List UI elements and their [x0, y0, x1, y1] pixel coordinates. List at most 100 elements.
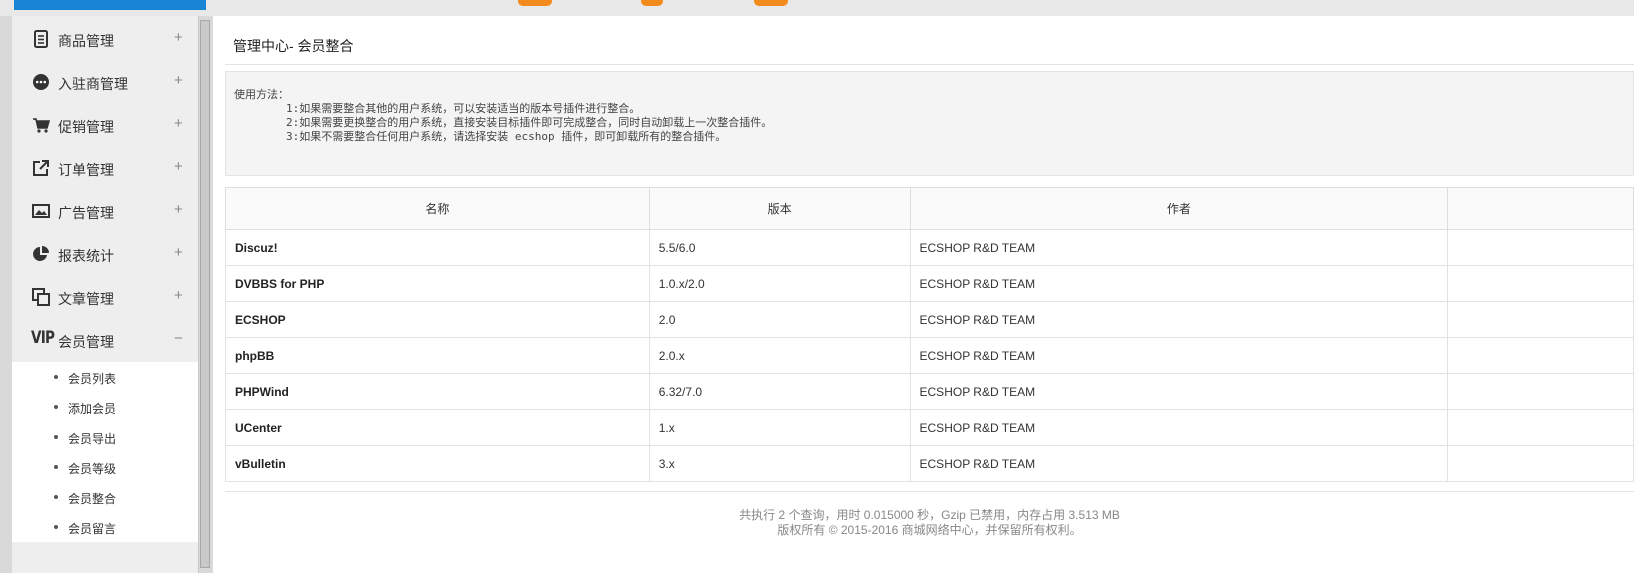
plugin-version: 2.0.x: [648, 337, 911, 374]
expand-plus-icon[interactable]: +: [174, 201, 183, 218]
top-menu-strip: [213, 0, 1634, 16]
column-header-version: 版本: [648, 187, 911, 230]
title-divider: [225, 64, 1634, 65]
table-row: PHPWind 6.32/7.0 ECSHOP R&D TEAM: [225, 373, 1634, 410]
page-title: 管理中心- 会员整合: [233, 38, 354, 54]
usage-line: 1:如果需要整合其他的用户系统，可以安装适当的版本号插件进行整合。: [286, 102, 641, 115]
bullet-icon: [54, 495, 58, 499]
sidebar-subitem-member-list[interactable]: 会员列表: [12, 362, 198, 393]
plugin-version: 2.0: [648, 301, 911, 338]
external-link-icon: [33, 160, 49, 176]
sidebar-item-label: 广告管理: [58, 205, 114, 221]
expand-plus-icon[interactable]: +: [174, 29, 183, 46]
sidebar-subitem-member-export[interactable]: 会员导出: [12, 422, 198, 453]
sidebar-subitem-label: 添加会员: [68, 402, 117, 416]
sidebar-item-promotion[interactable]: 促销管理 +: [12, 103, 198, 148]
table-row: vBulletin 3.x ECSHOP R&D TEAM: [225, 445, 1634, 482]
sidebar-subitem-member-messages[interactable]: 会员留言: [12, 512, 198, 543]
expand-plus-icon[interactable]: +: [174, 72, 183, 89]
table-row: phpBB 2.0.x ECSHOP R&D TEAM: [225, 337, 1634, 374]
copy-pages-icon: [32, 288, 50, 306]
sidebar-subitem-label: 会员导出: [68, 432, 117, 446]
sidebar-subitem-member-integration[interactable]: 会员整合: [12, 482, 198, 513]
sidebar-item-members[interactable]: VIP 会员管理 −: [12, 318, 198, 363]
page-footer: 共执行 2 个查询，用时 0.015000 秒，Gzip 已禁用，内存占用 3.…: [225, 508, 1634, 538]
bullet-icon: [54, 435, 58, 439]
notification-badge[interactable]: [641, 0, 663, 6]
top-navigation-bar: [0, 0, 1634, 16]
table-row: Discuz! 5.5/6.0 ECSHOP R&D TEAM: [225, 229, 1634, 266]
plugin-actions-cell: [1447, 337, 1634, 374]
expand-plus-icon[interactable]: +: [174, 287, 183, 304]
plugin-name: PHPWind: [225, 373, 650, 410]
vip-icon: VIP: [31, 328, 55, 348]
table-row: DVBBS for PHP 1.0.x/2.0 ECSHOP R&D TEAM: [225, 265, 1634, 302]
plugin-actions-cell: [1447, 229, 1634, 266]
notification-badge[interactable]: [754, 0, 788, 6]
picture-icon: [32, 204, 50, 218]
notification-badge[interactable]: [518, 0, 552, 6]
footer-divider: [225, 491, 1634, 492]
plugin-actions-cell: [1447, 265, 1634, 302]
sidebar-item-reports[interactable]: 报表统计 +: [12, 232, 198, 277]
plugin-author: ECSHOP R&D TEAM: [909, 409, 1449, 446]
sidebar-item-goods[interactable]: 商品管理 +: [12, 17, 198, 62]
plugin-version: 6.32/7.0: [648, 373, 911, 410]
plugin-author: ECSHOP R&D TEAM: [909, 229, 1449, 266]
top-menu-tab[interactable]: [14, 0, 206, 10]
sidebar-subitem-member-rank[interactable]: 会员等级: [12, 452, 198, 483]
collapse-minus-icon[interactable]: −: [174, 330, 183, 347]
sidebar-item-merchants[interactable]: 入驻商管理 +: [12, 60, 198, 105]
sidebar-item-label: 订单管理: [58, 162, 114, 178]
plugin-actions-cell: [1447, 373, 1634, 410]
sidebar-subitem-label: 会员等级: [68, 462, 117, 476]
plugin-name: Discuz!: [225, 229, 650, 266]
usage-line: 2:如果需要更换整合的用户系统，直接安装目标插件即可完成整合，同时自动卸载上一次…: [286, 116, 773, 129]
sidebar-subitem-label: 会员留言: [68, 522, 117, 536]
sidebar-item-label: 文章管理: [58, 291, 114, 307]
plugin-author: ECSHOP R&D TEAM: [909, 337, 1449, 374]
sidebar-subitem-label: 会员整合: [68, 492, 117, 506]
plugin-author: ECSHOP R&D TEAM: [909, 445, 1449, 482]
copyright-text: 版权所有 © 2015-2016 商城网络中心，并保留所有权利。: [777, 523, 1082, 537]
sidebar-subitem-add-member[interactable]: 添加会员: [12, 392, 198, 423]
sidebar-item-label: 促销管理: [58, 119, 114, 135]
plugin-actions-cell: [1447, 301, 1634, 338]
usage-heading: 使用方法：: [234, 88, 289, 101]
sidebar-item-ads[interactable]: 广告管理 +: [12, 189, 198, 234]
plugin-version: 1.x: [648, 409, 911, 446]
sidebar-item-articles[interactable]: 文章管理 +: [12, 275, 198, 320]
table-header-row: 名称 版本 作者: [225, 187, 1634, 230]
plugin-actions-cell: [1447, 409, 1634, 446]
table-row: UCenter 1.x ECSHOP R&D TEAM: [225, 409, 1634, 446]
bullet-icon: [54, 525, 58, 529]
plugin-author: ECSHOP R&D TEAM: [909, 265, 1449, 302]
usage-instructions: 使用方法： 1:如果需要整合其他的用户系统，可以安装适当的版本号插件进行整合。 …: [234, 88, 772, 144]
plugin-name: ECSHOP: [225, 301, 650, 338]
sidebar-item-label: 会员管理: [58, 334, 114, 350]
plugin-name: DVBBS for PHP: [225, 265, 650, 302]
plugin-name: vBulletin: [225, 445, 650, 482]
shopping-cart-icon: [33, 118, 50, 133]
usage-line: 3:如果不需要整合任何用户系统，请选择安装 ecshop 插件，即可卸载所有的整…: [286, 130, 727, 143]
pie-chart-icon: [33, 246, 49, 261]
expand-plus-icon[interactable]: +: [174, 115, 183, 132]
expand-plus-icon[interactable]: +: [174, 158, 183, 175]
sidebar-item-orders[interactable]: 订单管理 +: [12, 146, 198, 191]
table-row: ECSHOP 2.0 ECSHOP R&D TEAM: [225, 301, 1634, 338]
plugin-actions-cell: [1447, 445, 1634, 482]
goods-document-icon: [34, 30, 48, 48]
sidebar: 商品管理 + 入驻商管理 + 促销管理 + 订单管理 + 广告管理 + 报表统计…: [0, 16, 213, 573]
plugin-version: 5.5/6.0: [648, 229, 911, 266]
bullet-icon: [54, 465, 58, 469]
sidebar-scrollbar-thumb[interactable]: [200, 20, 210, 568]
main-content: 管理中心- 会员整合 使用方法： 1:如果需要整合其他的用户系统，可以安装适当的…: [213, 16, 1634, 573]
expand-plus-icon[interactable]: +: [174, 244, 183, 261]
column-header-actions: [1447, 187, 1634, 230]
plugin-author: ECSHOP R&D TEAM: [909, 373, 1449, 410]
sidebar-subitem-label: 会员列表: [68, 372, 117, 386]
bullet-icon: [54, 375, 58, 379]
integration-plugin-table: 名称 版本 作者 Discuz! 5.5/6.0 ECSHOP R&D TEAM…: [225, 187, 1634, 482]
plugin-version: 3.x: [648, 445, 911, 482]
bullet-icon: [54, 405, 58, 409]
